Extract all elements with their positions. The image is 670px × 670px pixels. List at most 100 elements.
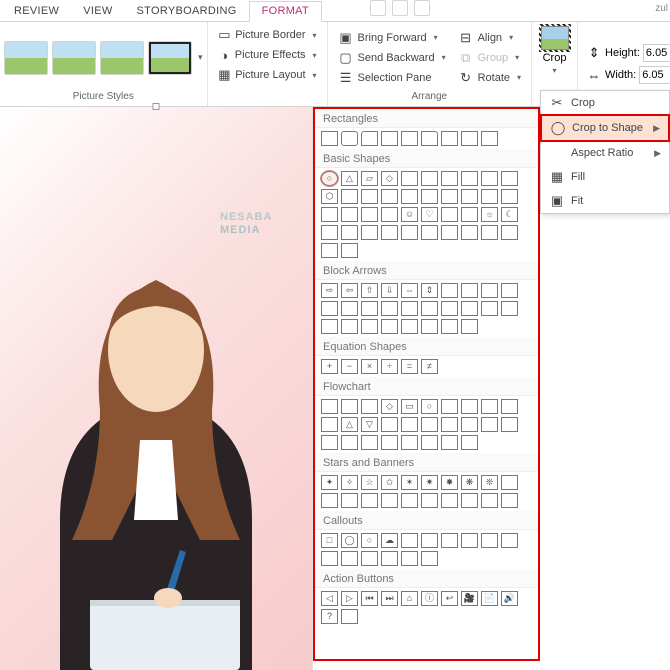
shape-item[interactable]: ☺ (401, 207, 418, 222)
shape-item[interactable] (401, 533, 418, 548)
shape-item[interactable] (421, 533, 438, 548)
shape-item[interactable]: ⇩ (381, 283, 398, 298)
shape-item[interactable]: ⬡ (321, 189, 338, 204)
shape-item[interactable] (421, 435, 438, 450)
shape-item[interactable] (501, 189, 518, 204)
shape-item[interactable]: ♡ (421, 207, 438, 222)
shape-item[interactable] (441, 417, 458, 432)
shape-item[interactable] (441, 171, 458, 186)
shape-item[interactable]: ◇ (381, 171, 398, 186)
shape-item[interactable] (461, 131, 478, 146)
shape-item[interactable] (461, 417, 478, 432)
shape-item[interactable] (441, 533, 458, 548)
crop-button[interactable]: Crop ▾ (536, 24, 573, 77)
shape-item[interactable] (401, 171, 418, 186)
shape-item[interactable] (481, 399, 498, 414)
shape-item[interactable] (461, 301, 478, 316)
shape-item[interactable] (321, 417, 338, 432)
shape-item[interactable] (461, 399, 478, 414)
shape-item[interactable]: ⏮ (361, 591, 378, 606)
shape-item[interactable] (401, 301, 418, 316)
shape-item[interactable]: ⇨ (321, 283, 338, 298)
shape-item[interactable]: ⌂ (401, 591, 418, 606)
shape-item[interactable]: + (321, 359, 338, 374)
shape-item[interactable] (341, 301, 358, 316)
shape-item[interactable] (321, 301, 338, 316)
tab-storyboarding[interactable]: STORYBOARDING (125, 2, 249, 21)
shape-item[interactable]: ○ (321, 171, 338, 186)
shape-item[interactable] (381, 189, 398, 204)
shape-item[interactable] (441, 319, 458, 334)
shape-item[interactable]: ⏭ (381, 591, 398, 606)
slide[interactable] (0, 107, 313, 670)
shape-item[interactable]: △ (341, 417, 358, 432)
shape-item[interactable]: ▽ (361, 417, 378, 432)
shape-item[interactable] (321, 243, 338, 258)
shape-item[interactable]: ○ (421, 399, 438, 414)
shape-item[interactable] (321, 319, 338, 334)
shape-item[interactable] (361, 207, 378, 222)
shape-item[interactable] (461, 435, 478, 450)
shape-item[interactable] (421, 171, 438, 186)
shape-item[interactable] (401, 189, 418, 204)
shape-item[interactable] (381, 551, 398, 566)
shape-item[interactable]: ÷ (381, 359, 398, 374)
shape-item[interactable] (321, 399, 338, 414)
shape-item[interactable] (321, 131, 338, 146)
shape-item[interactable] (341, 243, 358, 258)
shape-item[interactable] (481, 131, 498, 146)
shape-item[interactable] (401, 225, 418, 240)
shape-item[interactable]: ☁ (381, 533, 398, 548)
shape-item[interactable]: ☾ (501, 207, 518, 222)
shape-item[interactable]: ✷ (421, 475, 438, 490)
shape-item[interactable] (341, 131, 358, 146)
shape-item[interactable]: ☆ (361, 475, 378, 490)
shape-item[interactable]: ✸ (441, 475, 458, 490)
shape-item[interactable]: ⇔ (401, 283, 418, 298)
shape-item[interactable]: □ (321, 533, 338, 548)
shape-item[interactable] (401, 417, 418, 432)
shape-item[interactable] (361, 399, 378, 414)
shape-item[interactable] (441, 493, 458, 508)
shape-item[interactable] (421, 225, 438, 240)
shape-item[interactable] (481, 171, 498, 186)
shape-item[interactable]: ◯ (341, 533, 358, 548)
shape-item[interactable] (401, 319, 418, 334)
shape-item[interactable]: = (401, 359, 418, 374)
picture-style-3[interactable] (100, 41, 144, 75)
shape-item[interactable] (441, 301, 458, 316)
shape-item[interactable] (461, 189, 478, 204)
shape-item[interactable]: ≠ (421, 359, 438, 374)
shape-item[interactable] (381, 131, 398, 146)
shape-item[interactable]: ✧ (341, 475, 358, 490)
send-backward-button[interactable]: ▢Send Backward (334, 49, 450, 67)
shape-item[interactable] (321, 551, 338, 566)
shape-item[interactable] (421, 319, 438, 334)
shape-item[interactable] (501, 475, 518, 490)
shape-item[interactable]: ❊ (481, 475, 498, 490)
shape-item[interactable]: × (361, 359, 378, 374)
shape-item[interactable]: ◁ (321, 591, 338, 606)
shape-item[interactable] (421, 189, 438, 204)
tab-view[interactable]: VIEW (71, 2, 124, 21)
shape-item[interactable] (321, 493, 338, 508)
selection-pane-button[interactable]: ☰Selection Pane (334, 69, 450, 87)
shape-item[interactable] (421, 493, 438, 508)
picture-style-2[interactable] (52, 41, 96, 75)
shape-item[interactable] (381, 225, 398, 240)
shape-item[interactable] (441, 225, 458, 240)
shape-item[interactable] (341, 435, 358, 450)
menu-fit[interactable]: ▣Fit (541, 189, 669, 213)
shape-item[interactable]: ✶ (401, 475, 418, 490)
shape-item[interactable] (421, 131, 438, 146)
shape-item[interactable] (421, 417, 438, 432)
shape-item[interactable] (361, 551, 378, 566)
shape-item[interactable] (321, 207, 338, 222)
shape-item[interactable] (341, 551, 358, 566)
shape-item[interactable] (461, 493, 478, 508)
shape-item[interactable] (441, 435, 458, 450)
shape-item[interactable]: 📄 (481, 591, 498, 606)
shape-item[interactable]: − (341, 359, 358, 374)
shape-item[interactable] (361, 131, 378, 146)
shape-item[interactable] (461, 207, 478, 222)
